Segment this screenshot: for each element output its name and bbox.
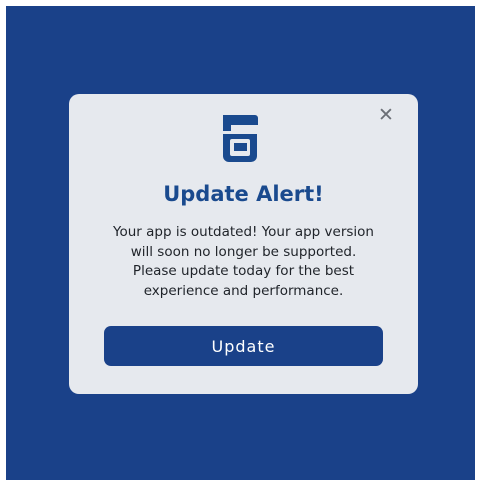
message-line: Your app is outdated! Your app version <box>113 224 374 240</box>
app-logo-icon <box>223 115 258 162</box>
update-button[interactable]: Update <box>104 326 383 366</box>
message-line: will soon no longer be supported. <box>130 243 357 260</box>
message-line: Please update today for the best <box>132 263 355 279</box>
update-alert-dialog: ✕ Update Alert! Your app is outdated! Yo… <box>69 94 418 394</box>
dialog-title: Update Alert! <box>163 182 324 206</box>
dialog-message: Your app is outdated! Your app version w… <box>99 223 388 301</box>
close-icon[interactable]: ✕ <box>376 105 396 125</box>
app-background: ✕ Update Alert! Your app is outdated! Yo… <box>6 6 475 480</box>
message-line: experience and performance. <box>143 282 344 299</box>
